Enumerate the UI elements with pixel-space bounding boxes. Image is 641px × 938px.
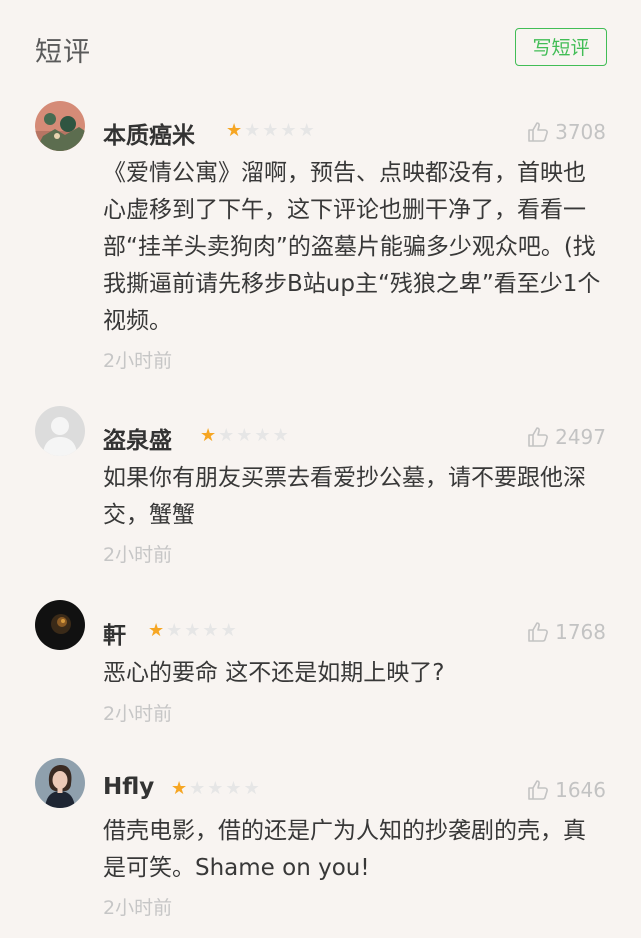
username[interactable]: 本质癌米 — [103, 116, 195, 150]
like-count: 1768 — [555, 620, 606, 644]
star-empty-icon: ★ — [202, 620, 219, 641]
star-empty-icon: ★ — [262, 120, 279, 141]
star-empty-icon: ★ — [280, 120, 297, 141]
write-review-button[interactable]: 写短评 — [515, 28, 607, 66]
star-rating: ★ ★ ★ ★ ★ — [226, 122, 315, 140]
star-empty-icon: ★ — [207, 778, 224, 799]
like-count: 1646 — [555, 778, 606, 802]
star-empty-icon: ★ — [184, 620, 201, 641]
star-empty-icon: ★ — [244, 120, 261, 141]
thumb-up-icon — [528, 780, 549, 800]
user-avatar[interactable] — [35, 101, 85, 151]
star-empty-icon: ★ — [166, 620, 183, 641]
portrait-avatar-icon — [35, 758, 85, 808]
thumb-up-icon — [528, 122, 549, 142]
star-filled-icon: ★ — [148, 620, 165, 641]
star-empty-icon: ★ — [218, 425, 235, 446]
username[interactable]: 軒 — [103, 616, 126, 650]
star-empty-icon: ★ — [243, 778, 260, 799]
star-empty-icon: ★ — [189, 778, 206, 799]
review-time: 2小时前 — [103, 350, 173, 372]
like-button[interactable]: 2497 — [526, 425, 606, 449]
review-time: 2小时前 — [103, 703, 173, 725]
username[interactable]: 盗泉盛 — [103, 421, 172, 455]
like-button[interactable]: 3708 — [526, 120, 606, 144]
star-empty-icon: ★ — [298, 120, 315, 141]
username[interactable]: Hfly — [103, 774, 154, 800]
star-empty-icon: ★ — [272, 425, 289, 446]
user-avatar[interactable] — [35, 406, 85, 456]
star-rating: ★ ★ ★ ★ ★ — [200, 427, 289, 445]
user-avatar[interactable] — [35, 600, 85, 650]
landscape-avatar-icon — [35, 101, 85, 151]
star-empty-icon: ★ — [225, 778, 242, 799]
star-filled-icon: ★ — [226, 120, 243, 141]
star-empty-icon: ★ — [254, 425, 271, 446]
like-button[interactable]: 1646 — [526, 778, 606, 802]
review-content: 《爱情公寓》溜啊，预告、点映都没有，首映也心虚移到了下午，这下评论也删干净了，看… — [103, 160, 601, 334]
section-title: 短评 — [35, 37, 91, 68]
default-user-avatar-icon — [35, 406, 85, 456]
like-count: 2497 — [555, 425, 606, 449]
star-empty-icon: ★ — [236, 425, 253, 446]
star-rating: ★ ★ ★ ★ ★ — [148, 622, 237, 640]
review-content: 如果你有朋友买票去看爱抄公墓，请不要跟他深交，蟹蟹 — [103, 465, 586, 528]
star-empty-icon: ★ — [220, 620, 237, 641]
like-count: 3708 — [555, 120, 606, 144]
star-filled-icon: ★ — [171, 778, 188, 799]
like-button[interactable]: 1768 — [526, 620, 606, 644]
thumb-up-icon — [528, 622, 549, 642]
thumb-up-icon — [528, 427, 549, 447]
review-time: 2小时前 — [103, 897, 173, 919]
short-review-header: 短评 写短评 — [0, 0, 641, 96]
user-avatar[interactable] — [35, 758, 85, 808]
review-content: 借壳电影，借的还是广为人知的抄袭剧的壳，真是可笑。Shame on you! — [103, 818, 586, 881]
star-rating: ★ ★ ★ ★ ★ — [171, 780, 260, 798]
review-content: 恶心的要命 这不还是如期上映了? — [103, 660, 445, 686]
review-time: 2小时前 — [103, 544, 173, 566]
dark-photo-avatar-icon — [35, 600, 85, 650]
star-filled-icon: ★ — [200, 425, 217, 446]
